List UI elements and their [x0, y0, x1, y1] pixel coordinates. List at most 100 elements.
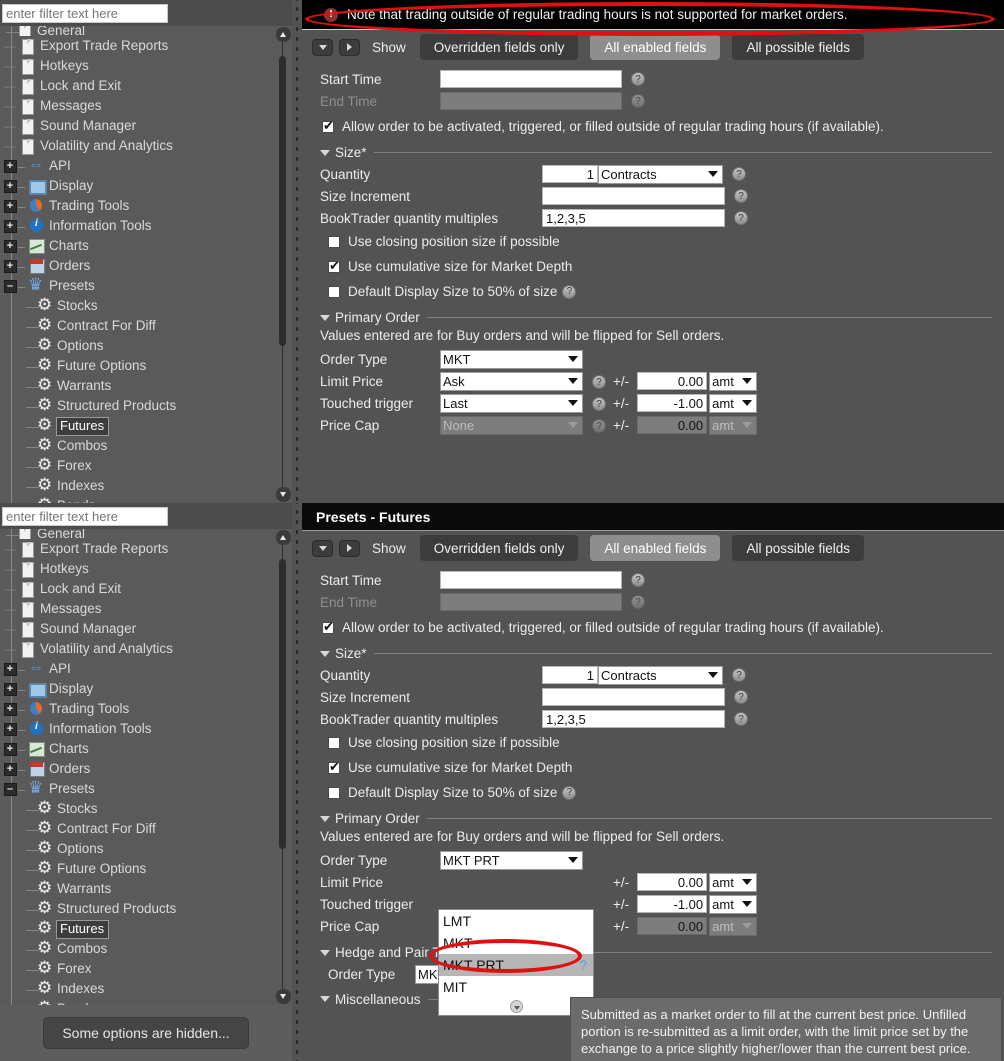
touched-trigger-unit-select[interactable]: amt — [709, 894, 758, 914]
order-type-select[interactable]: MKT PRT — [440, 850, 583, 870]
start-time-input[interactable] — [440, 70, 622, 88]
help-icon[interactable]: ? — [631, 72, 645, 86]
sidebar-item-lock-and-exit[interactable]: — Lock and Exit — [0, 579, 274, 599]
tree-item-general[interactable]: — General — [0, 529, 274, 539]
sidebar-item-contract-for-diff[interactable]: — Contract For Diff — [0, 315, 274, 336]
tree-toggle[interactable] — [2, 762, 18, 776]
default-display-size-checkbox[interactable] — [328, 285, 340, 298]
sidebar-item-presets[interactable]: – Presets — [0, 778, 274, 799]
filter-input-bottom[interactable] — [2, 506, 168, 526]
sidebar-item-hotkeys[interactable]: — Hotkeys — [0, 56, 274, 76]
sidebar-item-orders[interactable]: – Orders — [0, 256, 274, 276]
sidebar-item-api[interactable]: – API — [0, 156, 274, 176]
sidebar-item-indexes[interactable]: — Indexes — [0, 978, 274, 999]
help-icon[interactable]: ? — [631, 595, 645, 609]
sidebar-item-forex[interactable]: — Forex — [0, 455, 274, 476]
use-cumulative-size-checkbox[interactable] — [328, 258, 340, 274]
tree-toggle[interactable] — [2, 179, 18, 193]
scroll-up-button[interactable] — [276, 530, 291, 545]
hedge-section-header[interactable]: Hedge and Pair Trader Order — [320, 945, 1004, 960]
sidebar-item-futures[interactable]: — Futures — [0, 415, 274, 436]
help-icon[interactable]: ? — [732, 167, 746, 181]
sidebar-item-options[interactable]: — Options — [0, 335, 274, 356]
tree-toggle[interactable] — [2, 239, 18, 253]
sidebar-item-export-trade-reports[interactable]: — Export Trade Reports — [0, 36, 274, 56]
sidebar-item-structured-products[interactable]: — Structured Products — [0, 395, 274, 416]
price-cap-select[interactable]: None — [440, 415, 583, 435]
size-section-header[interactable]: Size* — [320, 646, 1004, 661]
use-closing-position-row[interactable]: Use closing position size if possible — [320, 730, 1004, 755]
touched-trigger-unit-select[interactable]: amt — [709, 393, 758, 413]
scrollbar-thumb[interactable] — [279, 56, 286, 346]
sidebar-item-warrants[interactable]: — Warrants — [0, 878, 274, 899]
booktrader-input[interactable] — [542, 710, 725, 728]
sidebar-item-contract-for-diff[interactable]: — Contract For Diff — [0, 818, 274, 839]
start-time-input[interactable] — [440, 571, 622, 589]
sidebar-item-futures[interactable]: — Futures — [0, 918, 274, 939]
quantity-input[interactable] — [542, 165, 598, 183]
use-cumulative-size-row[interactable]: Use cumulative size for Market Depth — [320, 755, 1004, 780]
use-closing-position-checkbox[interactable] — [328, 736, 340, 749]
nav-forward-button[interactable] — [339, 539, 360, 557]
sidebar-item-bonds[interactable]: — Bonds — [0, 495, 274, 503]
tree-toggle[interactable] — [2, 219, 18, 233]
booktrader-input[interactable] — [542, 209, 725, 227]
sidebar-item-forex[interactable]: — Forex — [0, 958, 274, 979]
tree-toggle[interactable] — [2, 662, 18, 676]
sidebar-item-charts[interactable]: – Charts — [0, 739, 274, 759]
default-display-size-row[interactable]: Default Display Size to 50% of size ? — [320, 279, 1004, 304]
use-closing-position-checkbox[interactable] — [328, 235, 340, 248]
help-icon[interactable]: ? — [562, 785, 577, 800]
tree-toggle[interactable] — [2, 682, 18, 696]
help-icon[interactable]: ? — [562, 284, 577, 299]
sidebar-item-presets[interactable]: – Presets — [0, 275, 274, 296]
use-cumulative-size-row[interactable]: Use cumulative size for Market Depth — [320, 254, 1004, 279]
allow-outside-rth-row[interactable]: Allow order to be activated, triggered, … — [320, 615, 1004, 640]
limit-price-unit-select[interactable]: amt — [709, 872, 758, 892]
limit-price-amount-input[interactable] — [637, 873, 708, 891]
touched-trigger-select[interactable]: Last — [440, 393, 583, 413]
tree-toggle[interactable] — [2, 742, 18, 756]
scrollbar-thumb[interactable] — [279, 559, 286, 849]
sidebar-item-api[interactable]: – API — [0, 659, 274, 679]
size-increment-input[interactable] — [542, 688, 725, 706]
dropdown-option-mit[interactable]: MIT — [439, 976, 593, 998]
allow-outside-rth-row[interactable]: Allow order to be activated, triggered, … — [320, 114, 1004, 139]
show-all-enabled-fields-button[interactable]: All enabled fields — [590, 34, 721, 60]
quantity-input[interactable] — [542, 666, 598, 684]
limit-price-select[interactable]: Ask — [440, 371, 583, 391]
sidebar-item-future-options[interactable]: — Future Options — [0, 858, 274, 879]
some-options-hidden-button[interactable]: Some options are hidden... — [43, 1017, 249, 1049]
help-icon[interactable]: ? — [592, 375, 606, 390]
sidebar-item-information-tools[interactable]: – Information Tools — [0, 719, 274, 739]
touched-trigger-amount-input[interactable] — [637, 895, 708, 913]
sidebar-item-display[interactable]: – Display — [0, 176, 274, 196]
tree-toggle[interactable] — [2, 259, 18, 273]
primary-order-section-header[interactable]: Primary Order — [320, 310, 1004, 325]
dropdown-option-lmt[interactable]: LMT — [439, 910, 593, 932]
sidebar-item-combos[interactable]: — Combos — [0, 938, 274, 959]
tree-toggle[interactable] — [2, 159, 18, 173]
sidebar-item-export-trade-reports[interactable]: — Export Trade Reports — [0, 539, 274, 559]
nav-forward-button[interactable] — [339, 38, 360, 56]
sidebar-item-trading-tools[interactable]: – Trading Tools — [0, 699, 274, 719]
tree-scrollbar-top[interactable] — [274, 26, 292, 503]
default-display-size-row[interactable]: Default Display Size to 50% of size ? — [320, 780, 1004, 805]
limit-price-amount-input[interactable] — [637, 372, 708, 390]
sidebar-item-sound-manager[interactable]: — Sound Manager — [0, 116, 274, 136]
sidebar-item-future-options[interactable]: — Future Options — [0, 355, 274, 376]
sidebar-item-combos[interactable]: — Combos — [0, 435, 274, 456]
sidebar-item-warrants[interactable]: — Warrants — [0, 375, 274, 396]
sidebar-item-sound-manager[interactable]: — Sound Manager — [0, 619, 274, 639]
sidebar-item-stocks[interactable]: — Stocks — [0, 295, 274, 316]
primary-order-section-header[interactable]: Primary Order — [320, 811, 1004, 826]
show-all-possible-fields-button[interactable]: All possible fields — [732, 34, 864, 60]
sidebar-item-messages[interactable]: — Messages — [0, 599, 274, 619]
tree-item-general[interactable]: — General — [0, 26, 274, 36]
allow-outside-rth-checkbox[interactable] — [322, 619, 334, 635]
tree-toggle[interactable] — [2, 702, 18, 716]
help-icon[interactable]: ? — [579, 957, 587, 973]
nav-back-button[interactable] — [312, 38, 333, 56]
sidebar-item-orders[interactable]: – Orders — [0, 759, 274, 779]
sidebar-item-options[interactable]: — Options — [0, 838, 274, 859]
